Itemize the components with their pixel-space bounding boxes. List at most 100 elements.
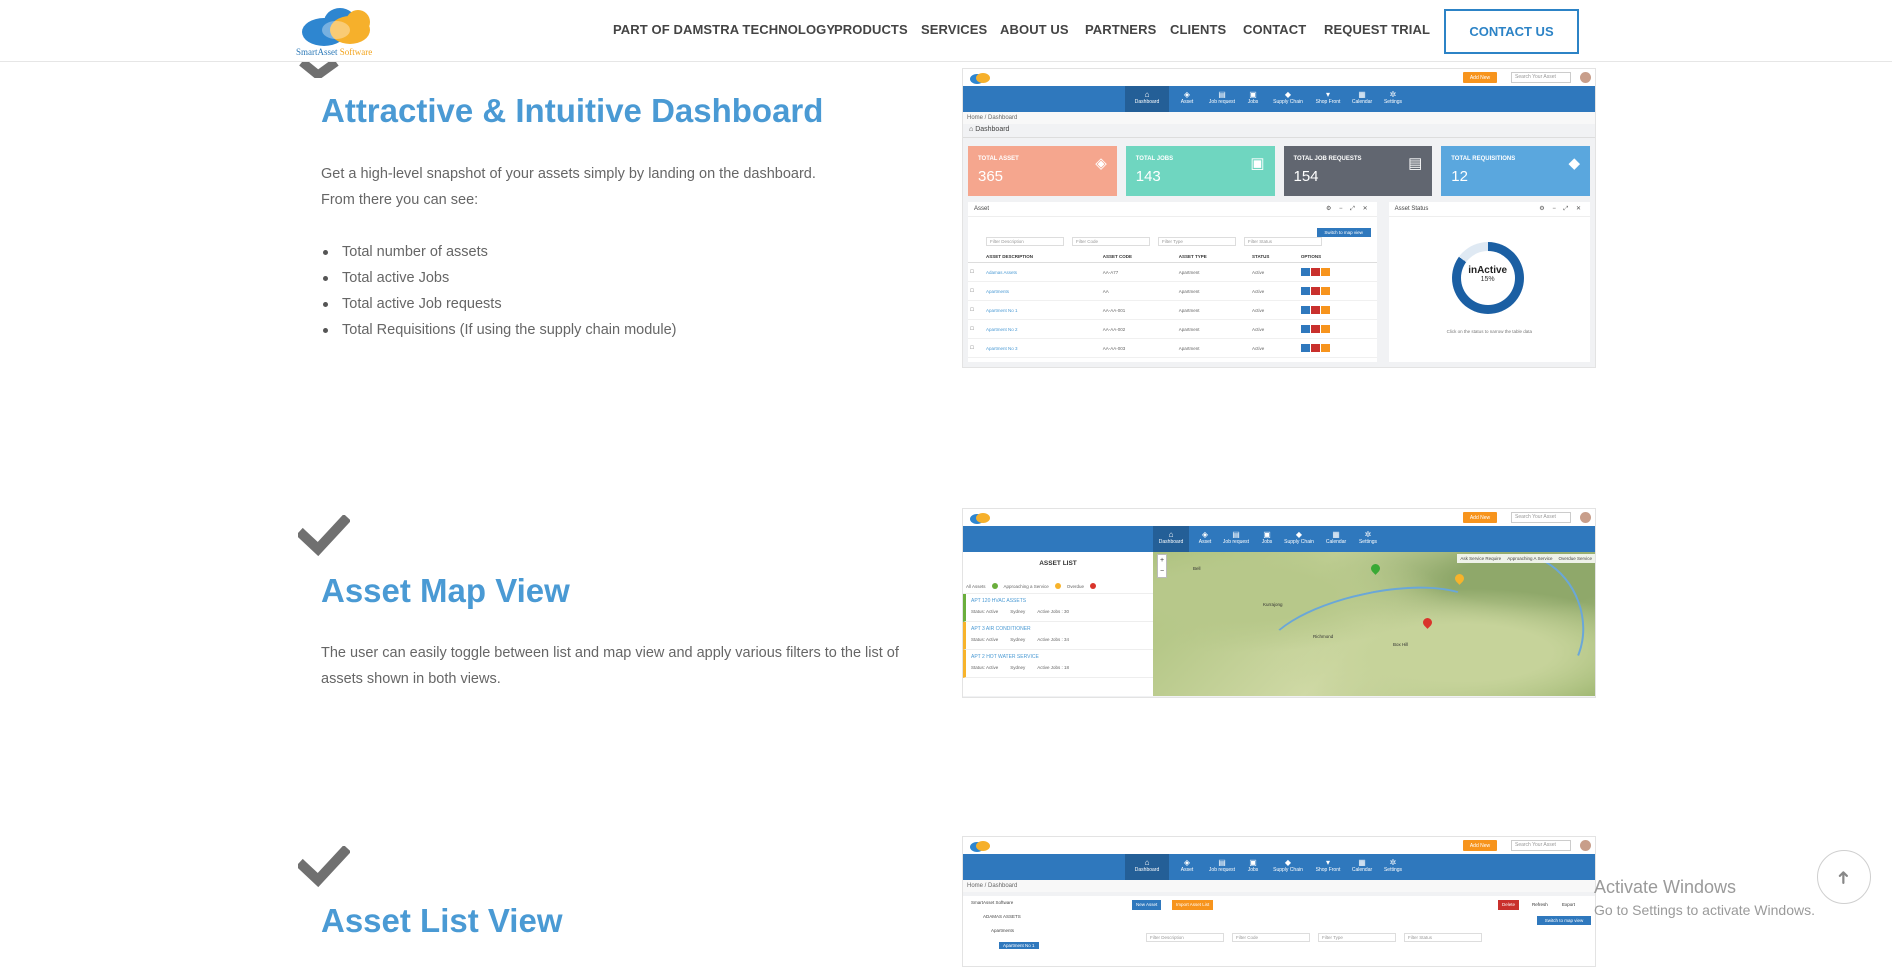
panel-controls-icon[interactable]: ⚙ − ⤢ ✕ xyxy=(1326,205,1371,213)
tab-dashboard[interactable]: ⌂ Dashboard xyxy=(1153,526,1189,552)
cell-description[interactable]: Adamas Assets xyxy=(984,262,1101,282)
nav-damstra[interactable]: PART OF DAMSTRA TECHNOLOGY xyxy=(613,22,835,37)
cell-description[interactable]: Apartment No 3 xyxy=(984,338,1101,358)
avatar[interactable] xyxy=(1580,72,1591,83)
asset-status-donut[interactable]: inActive 15% xyxy=(1451,242,1524,314)
add-new-button[interactable]: Add New xyxy=(1463,512,1497,523)
edit-icon[interactable] xyxy=(1300,287,1310,295)
tab-calendar[interactable]: ▦ Calendar xyxy=(1321,526,1351,552)
nav-clients[interactable]: CLIENTS xyxy=(1170,22,1226,37)
delete-icon[interactable] xyxy=(1310,306,1320,314)
tab-dashboard[interactable]: ⌂ Dashboard xyxy=(1125,854,1169,880)
view-icon[interactable] xyxy=(1320,306,1330,314)
nav-partners[interactable]: PARTNERS xyxy=(1085,22,1156,37)
view-icon[interactable] xyxy=(1320,287,1330,295)
filter-type-input[interactable]: Filter Type xyxy=(1318,933,1396,942)
filter-code-input[interactable]: Filter Code xyxy=(1072,237,1150,246)
tab-calendar[interactable]: ▦ Calendar xyxy=(1347,854,1377,880)
app-search-input[interactable]: Search Your Asset xyxy=(1511,72,1571,83)
list-item[interactable]: APT 3 AIR CONDITIONER Status: Active Sydn… xyxy=(963,622,1153,650)
tree-node-selected[interactable]: Apartment No 1 xyxy=(999,942,1039,949)
avatar[interactable] xyxy=(1580,840,1591,851)
row-checkbox[interactable]: ☐ xyxy=(968,262,984,282)
filter-type-input[interactable]: Filter Type xyxy=(1158,237,1236,246)
tree-node[interactable]: SmartAsset Software xyxy=(971,900,1013,905)
delete-button[interactable]: Delete xyxy=(1498,900,1520,910)
legend-approaching[interactable]: Approaching a Service xyxy=(1004,584,1049,589)
table-row[interactable]: ☐ Adamas Assets AA-A77 Apartment Active xyxy=(968,262,1377,282)
tab-settings[interactable]: ✲ Settings xyxy=(1355,526,1381,552)
list-item-name[interactable]: APT 120 HVAC ASSETS xyxy=(971,598,1148,604)
legend-overdue[interactable]: Overdue xyxy=(1067,584,1084,589)
tile-total-requisitions[interactable]: TOTAL REQUISITIONS 12 ◆ xyxy=(1441,146,1590,196)
filter-description-input[interactable]: Filter Description xyxy=(1146,933,1224,942)
list-item-name[interactable]: APT 2 HOT WATER SERVICE xyxy=(971,654,1148,660)
legend-all[interactable]: All Assets xyxy=(966,584,986,589)
cell-description[interactable]: Apartments xyxy=(984,281,1101,301)
app-search-input[interactable]: Search Your Asset xyxy=(1511,840,1571,851)
tab-job-request[interactable]: ▤ Job request xyxy=(1203,86,1241,112)
column-header[interactable]: ASSET CODE xyxy=(1100,251,1177,263)
add-new-button[interactable]: Add New xyxy=(1463,840,1497,851)
tab-asset[interactable]: ◈ Asset xyxy=(1193,526,1217,552)
import-asset-list-button[interactable]: Import Asset List xyxy=(1172,900,1214,910)
tab-supply-chain[interactable]: ◆ Supply Chain xyxy=(1268,86,1308,112)
row-checkbox[interactable]: ☐ xyxy=(968,281,984,301)
tile-total-asset[interactable]: TOTAL ASSET 365 ◈ xyxy=(968,146,1117,196)
filter-status-input[interactable]: Filter Status xyxy=(1244,237,1322,246)
tab-dashboard[interactable]: ⌂ Dashboard xyxy=(1125,86,1169,112)
table-row[interactable]: ☐ Apartment No 2 AA-AA-002 Apartment Active xyxy=(968,319,1377,339)
tab-asset[interactable]: ◈ Asset xyxy=(1173,854,1201,880)
tab-asset[interactable]: ◈ Asset xyxy=(1173,86,1201,112)
tab-supply-chain[interactable]: ◆ Supply Chain xyxy=(1268,854,1308,880)
row-checkbox[interactable]: ☐ xyxy=(968,300,984,320)
export-button[interactable]: Export xyxy=(1558,900,1579,910)
map-pin-orange-icon[interactable] xyxy=(1453,572,1466,585)
switch-map-view-button[interactable]: Switch to map view xyxy=(1316,228,1371,237)
tab-settings[interactable]: ✲ Settings xyxy=(1379,854,1407,880)
tree-node[interactable]: Apartments xyxy=(991,928,1014,933)
filter-code-input[interactable]: Filter Code xyxy=(1232,933,1310,942)
edit-icon[interactable] xyxy=(1300,268,1310,276)
list-item-name[interactable]: APT 3 AIR CONDITIONER xyxy=(971,626,1148,632)
panel-controls-icon[interactable]: ⚙ − ⤢ ✕ xyxy=(1539,205,1584,213)
view-icon[interactable] xyxy=(1320,268,1330,276)
tab-shop-front[interactable]: ▾ Shop Front xyxy=(1311,854,1345,880)
nav-about-us[interactable]: ABOUT US xyxy=(1000,22,1069,37)
scroll-to-top-button[interactable]: ➜ xyxy=(1817,850,1871,904)
nav-contact[interactable]: CONTACT xyxy=(1243,22,1306,37)
edit-icon[interactable] xyxy=(1300,306,1310,314)
edit-icon[interactable] xyxy=(1300,325,1310,333)
map-zoom-control[interactable]: + − xyxy=(1157,554,1167,578)
tab-job-request[interactable]: ▤ Job request xyxy=(1203,854,1241,880)
nav-products[interactable]: PRODUCTS xyxy=(834,22,908,37)
filter-status-input[interactable]: Filter Status xyxy=(1404,933,1482,942)
tab-jobs[interactable]: ▣ Jobs xyxy=(1243,854,1263,880)
smartasset-logo[interactable]: SmartAsset Software xyxy=(296,6,386,58)
table-row[interactable]: ☐ Apartment No 1 AA-AA-001 Apartment Active xyxy=(968,300,1377,320)
table-row[interactable]: ☐ Apartment No 3 AA-AA-003 Apartment Active xyxy=(968,338,1377,358)
switch-map-view-button[interactable]: Switch to map view xyxy=(1537,916,1591,925)
row-checkbox[interactable]: ☐ xyxy=(968,338,984,358)
contact-us-button[interactable]: CONTACT US xyxy=(1444,9,1579,54)
nav-request-trial[interactable]: REQUEST TRIAL xyxy=(1324,22,1430,37)
edit-icon[interactable] xyxy=(1300,344,1310,352)
tab-supply-chain[interactable]: ◆ Supply Chain xyxy=(1281,526,1317,552)
column-header[interactable]: STATUS xyxy=(1250,251,1299,263)
delete-icon[interactable] xyxy=(1310,268,1320,276)
column-header[interactable]: ASSET DESCRIPTION xyxy=(984,251,1101,263)
cell-description[interactable]: Apartment No 2 xyxy=(984,319,1101,339)
row-checkbox[interactable]: ☐ xyxy=(968,319,984,339)
delete-icon[interactable] xyxy=(1310,344,1320,352)
tab-calendar[interactable]: ▦ Calendar xyxy=(1347,86,1377,112)
refresh-button[interactable]: Refresh xyxy=(1528,900,1552,910)
tree-node[interactable]: ADAMAS ASSETS xyxy=(983,914,1021,919)
view-icon[interactable] xyxy=(1320,325,1330,333)
tab-job-request[interactable]: ▤ Job request xyxy=(1219,526,1253,552)
new-asset-button[interactable]: New Asset xyxy=(1132,900,1162,910)
tile-total-jobs[interactable]: TOTAL JOBS 143 ▣ xyxy=(1125,146,1275,196)
asset-map[interactable]: + − Ask Service Require Approaching A Ser… xyxy=(1153,535,1595,697)
tile-total-job-requests[interactable]: TOTAL JOB REQUESTS 154 ▤ xyxy=(1283,146,1433,196)
add-new-button[interactable]: Add New xyxy=(1463,72,1497,83)
tab-shop-front[interactable]: ▾ Shop Front xyxy=(1311,86,1345,112)
